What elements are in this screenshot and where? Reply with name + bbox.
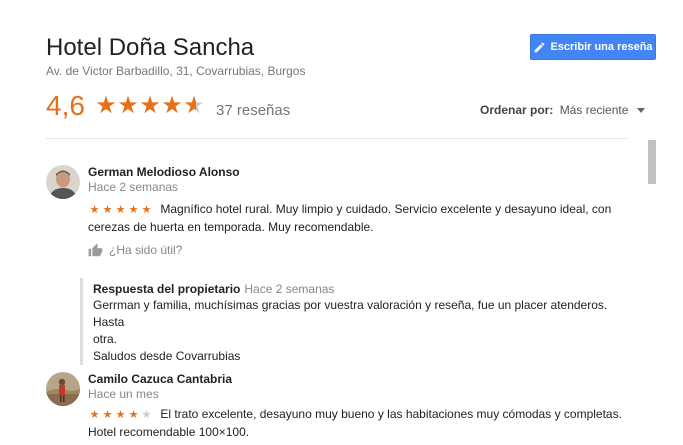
- owner-reply: Respuesta del propietario Hace 2 semanas …: [80, 278, 640, 365]
- review-text-line2: Hotel recomendable 100×100.: [88, 425, 250, 439]
- star-icon: ★: [128, 204, 139, 216]
- star-icon: ★: [139, 92, 161, 119]
- review-text: ★ ★ ★ ★ ★ Magnífico hotel rural. Muy limpio …: [88, 201, 628, 236]
- hotel-name: Hotel Doña Sancha: [46, 34, 255, 61]
- review-stars: ★ ★ ★ ★ ★: [88, 202, 153, 219]
- owner-reply-text: Gerrman y familia, muchísimas gracias po…: [93, 297, 640, 365]
- caret-down-icon: [636, 108, 645, 114]
- write-review-button[interactable]: Escribir una reseña: [530, 34, 656, 60]
- rating-stars: ★ ★ ★ ★ ★: [95, 93, 205, 119]
- star-icon: ★: [161, 92, 183, 119]
- helpful-button[interactable]: ¿Ha sido útil?: [88, 243, 182, 257]
- sort-dropdown[interactable]: Ordenar por: Más reciente: [480, 103, 645, 117]
- star-icon: ★: [102, 204, 113, 216]
- review-count[interactable]: 37 reseñas: [216, 102, 290, 119]
- review-text-line1: Magnífico hotel rural. Muy limpio y cuid…: [160, 202, 612, 216]
- review-text-line1: El trato excelente, desayuno muy bueno y…: [160, 407, 622, 421]
- review-author[interactable]: German Melodioso Alonso: [88, 165, 240, 179]
- rating-value: 4,6: [46, 90, 85, 121]
- star-icon: ★: [141, 409, 152, 421]
- star-icon: ★: [89, 409, 100, 421]
- star-icon: ★: [117, 92, 139, 119]
- hotel-address: Av. de Victor Barbadillo, 31, Covarrubia…: [46, 64, 306, 78]
- review-time: Hace 2 semanas: [88, 180, 179, 194]
- star-icon: ★: [128, 409, 139, 421]
- sort-label: Ordenar por:: [480, 103, 554, 117]
- review-text-line2: cerezas de huerta en temporada. Muy reco…: [88, 220, 374, 234]
- owner-reply-time: Hace 2 semanas: [244, 282, 335, 296]
- owner-reply-line3: Saludos desde Covarrubias: [93, 349, 241, 363]
- avatar[interactable]: [46, 372, 80, 406]
- star-half-icon: ★: [183, 92, 205, 119]
- review-time: Hace un mes: [88, 387, 159, 401]
- star-icon: ★: [102, 409, 113, 421]
- sort-value: Más reciente: [559, 103, 629, 117]
- review-text: ★ ★ ★ ★ ★ El trato excelente, desayuno muy b…: [88, 406, 628, 441]
- write-review-label: Escribir una reseña: [550, 41, 653, 53]
- header-divider: [46, 138, 628, 139]
- owner-reply-line2: otra.: [93, 332, 118, 346]
- scrollbar-thumb[interactable]: [648, 140, 656, 184]
- review-stars: ★ ★ ★ ★ ★: [88, 407, 153, 424]
- owner-reply-header: Respuesta del propietario Hace 2 semanas: [93, 278, 640, 296]
- owner-reply-title: Respuesta del propietario: [93, 282, 241, 296]
- thumbs-up-icon: [88, 243, 103, 257]
- star-icon: ★: [95, 92, 117, 119]
- avatar[interactable]: [46, 165, 80, 199]
- star-icon: ★: [115, 409, 126, 421]
- star-icon: ★: [115, 204, 126, 216]
- pencil-icon: [535, 42, 545, 52]
- star-icon: ★: [89, 204, 100, 216]
- helpful-label: ¿Ha sido útil?: [109, 243, 183, 257]
- star-icon: ★: [141, 204, 152, 216]
- owner-reply-line1: Gerrman y familia, muchísimas gracias po…: [93, 298, 608, 329]
- review-author[interactable]: Camilo Cazuca Cantabria: [88, 372, 232, 386]
